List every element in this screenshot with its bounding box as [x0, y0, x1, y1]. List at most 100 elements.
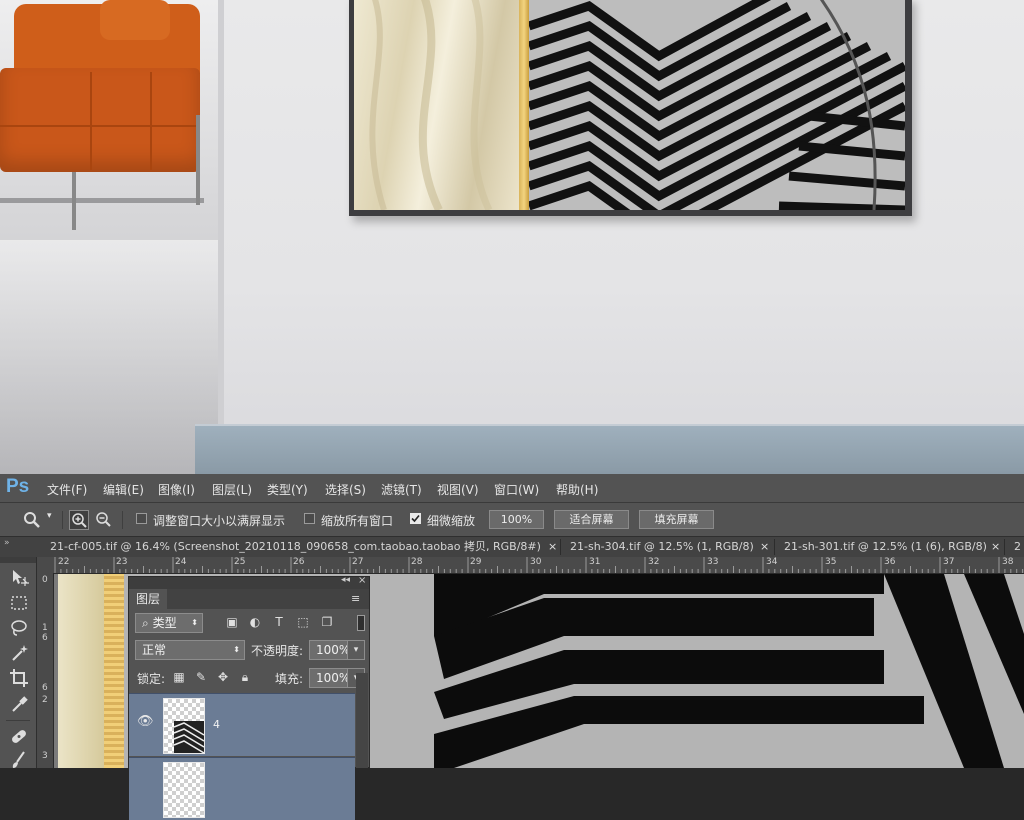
- move-tool-icon[interactable]: [8, 567, 30, 589]
- search-icon: ⌕: [142, 616, 149, 630]
- divider: [6, 720, 30, 721]
- menu-view[interactable]: 视图(V): [437, 481, 479, 498]
- chevron-down-icon[interactable]: ▾: [347, 641, 364, 659]
- shape-layer-filter-icon[interactable]: ⬚: [295, 615, 311, 629]
- eyedropper-tool-icon[interactable]: [8, 693, 30, 715]
- close-icon[interactable]: ×: [760, 537, 769, 557]
- menu-image[interactable]: 图像(I): [158, 481, 195, 498]
- photoshop-logo: Ps: [6, 476, 30, 497]
- lock-image-pixels-icon[interactable]: ✎: [193, 670, 209, 684]
- blend-mode-select[interactable]: 正常 ⬍: [135, 640, 245, 660]
- product-photo: [0, 0, 1024, 474]
- ruler-label: 6: [42, 633, 48, 643]
- sofa-base: [0, 198, 204, 203]
- chevron-down-icon[interactable]: ▾: [47, 511, 52, 521]
- layer-thumbnail: [163, 698, 205, 754]
- zoom-all-windows-label: 缩放所有窗口: [321, 514, 394, 528]
- tab-21-sh-304[interactable]: 21-sh-304.tif @ 12.5% (1, RGB/8): [560, 537, 760, 557]
- layers-scrollbar[interactable]: [356, 673, 368, 768]
- healing-brush-tool-icon[interactable]: [8, 725, 30, 747]
- layers-panel-header[interactable]: ◂◂ ×: [129, 575, 369, 589]
- layer-row[interactable]: 👁︎ 4: [129, 693, 355, 756]
- sofa-seam: [150, 72, 152, 170]
- layer-name: 4: [213, 718, 220, 731]
- menu-layer[interactable]: 图层(L): [212, 481, 252, 498]
- zoom-out-icon[interactable]: [94, 510, 114, 530]
- resize-windows-label: 调整窗口大小以满屏显示: [153, 514, 286, 528]
- magic-wand-tool-icon[interactable]: [8, 642, 30, 664]
- toolbar-grip: [0, 557, 36, 563]
- fill-label: 填充:: [275, 672, 304, 686]
- zoom-tool-preset-icon[interactable]: [22, 510, 42, 530]
- ruler-label: 2: [42, 695, 48, 705]
- stone-counter: [195, 426, 1024, 474]
- layer-thumbnail: [163, 762, 205, 818]
- horizontal-ruler: 22 23 24 25 26 27 28 29 30 31 32 33 34 3…: [37, 557, 1024, 574]
- filter-toggle[interactable]: [357, 615, 365, 631]
- options-bar: ▾ 调整窗口大小以满屏显示 缩放所有窗口 细微缩放 100% 适合屏幕 填充屏幕: [0, 503, 1024, 537]
- sofa-seat: [0, 68, 200, 172]
- lock-all-icon[interactable]: 🔒︎: [237, 670, 253, 685]
- eye-icon[interactable]: 👁︎: [137, 714, 154, 730]
- adjustment-layer-filter-icon[interactable]: ◐: [247, 615, 263, 629]
- vertical-ruler: 0 1 6 2 6 3: [37, 573, 54, 768]
- menu-edit[interactable]: 编辑(E): [103, 481, 144, 498]
- menu-help[interactable]: 帮助(H): [556, 481, 598, 498]
- tab-layers[interactable]: 图层: [129, 589, 167, 609]
- sofa-seam: [90, 72, 92, 170]
- divider: [122, 511, 123, 529]
- pixel-layer-filter-icon[interactable]: ▣: [224, 615, 240, 629]
- menu-file[interactable]: 文件(F): [47, 481, 87, 498]
- lasso-tool-icon[interactable]: [8, 617, 30, 639]
- zoom-all-windows-checkbox[interactable]: [304, 513, 315, 524]
- close-icon[interactable]: ×: [548, 537, 557, 557]
- divider: [62, 511, 63, 529]
- sofa-seam: [0, 125, 200, 127]
- menu-filter[interactable]: 滤镜(T): [381, 481, 422, 498]
- smart-object-filter-icon[interactable]: ❐: [319, 615, 335, 629]
- close-icon[interactable]: ×: [358, 575, 366, 586]
- menu-bar: Ps 文件(F) 编辑(E) 图像(I) 图层(L) 类型(Y) 选择(S) 滤…: [0, 474, 1024, 503]
- fill-screen-button[interactable]: 填充屏幕: [639, 510, 714, 529]
- opacity-value: 100%: [316, 643, 351, 657]
- close-icon[interactable]: ×: [991, 537, 1000, 557]
- chevron-updown-icon: ⬍: [191, 618, 198, 627]
- wall-edge: [218, 0, 224, 474]
- lock-transparent-pixels-icon[interactable]: ▦: [171, 670, 187, 684]
- layer-filter-select[interactable]: ⌕ 类型 ⬍: [135, 613, 203, 633]
- sofa-leg: [196, 115, 200, 205]
- panel-menu-icon[interactable]: ≡: [351, 592, 360, 605]
- zoom-100-button[interactable]: 100%: [489, 510, 544, 529]
- scrubby-zoom-label: 细微缩放: [427, 514, 476, 528]
- tab-label: 21-sh-301.tif @ 12.5% (1 (6), RGB/8): [784, 540, 986, 553]
- menu-type[interactable]: 类型(Y): [267, 481, 308, 498]
- blend-mode-value: 正常: [142, 643, 167, 657]
- tab-21-cf-005[interactable]: 21-cf-005.tif @ 16.4% (Screenshot_202101…: [38, 537, 544, 557]
- marquee-tool-icon[interactable]: [8, 592, 30, 614]
- cream-wave-panel: [354, 0, 519, 210]
- collapse-panel-icon[interactable]: »: [4, 538, 10, 548]
- collapse-icon[interactable]: ◂◂: [341, 575, 350, 585]
- ruler-ticks: [54, 557, 1024, 573]
- tab-21-sh-301[interactable]: 21-sh-301.tif @ 12.5% (1 (6), RGB/8): [774, 537, 986, 557]
- fit-screen-button[interactable]: 适合屏幕: [554, 510, 629, 529]
- zoom-in-icon[interactable]: [69, 510, 89, 530]
- chevron-updown-icon: ⬍: [233, 645, 240, 654]
- tools-panel: [0, 557, 37, 768]
- type-layer-filter-icon[interactable]: T: [271, 615, 287, 629]
- ruler-label: 0: [42, 575, 48, 585]
- crop-tool-icon[interactable]: [8, 667, 30, 689]
- lock-position-icon[interactable]: ✥: [215, 670, 231, 684]
- ruler-label: 3: [42, 751, 48, 761]
- menu-window[interactable]: 窗口(W): [494, 481, 539, 498]
- scrubby-zoom-checkbox[interactable]: [410, 513, 421, 524]
- menu-select[interactable]: 选择(S): [325, 481, 366, 498]
- sofa-cushion: [100, 0, 170, 40]
- layers-panel-tabs: 图层 ≡: [129, 589, 369, 609]
- resize-windows-checkbox[interactable]: [136, 513, 147, 524]
- opacity-input[interactable]: 100% ▾: [309, 640, 365, 660]
- ruler-label: 6: [42, 683, 48, 693]
- tab-label: 21-cf-005.tif @ 16.4% (Screenshot_202101…: [50, 540, 544, 553]
- layer-row[interactable]: [129, 757, 355, 820]
- tab-overflow[interactable]: 2: [1004, 537, 1024, 557]
